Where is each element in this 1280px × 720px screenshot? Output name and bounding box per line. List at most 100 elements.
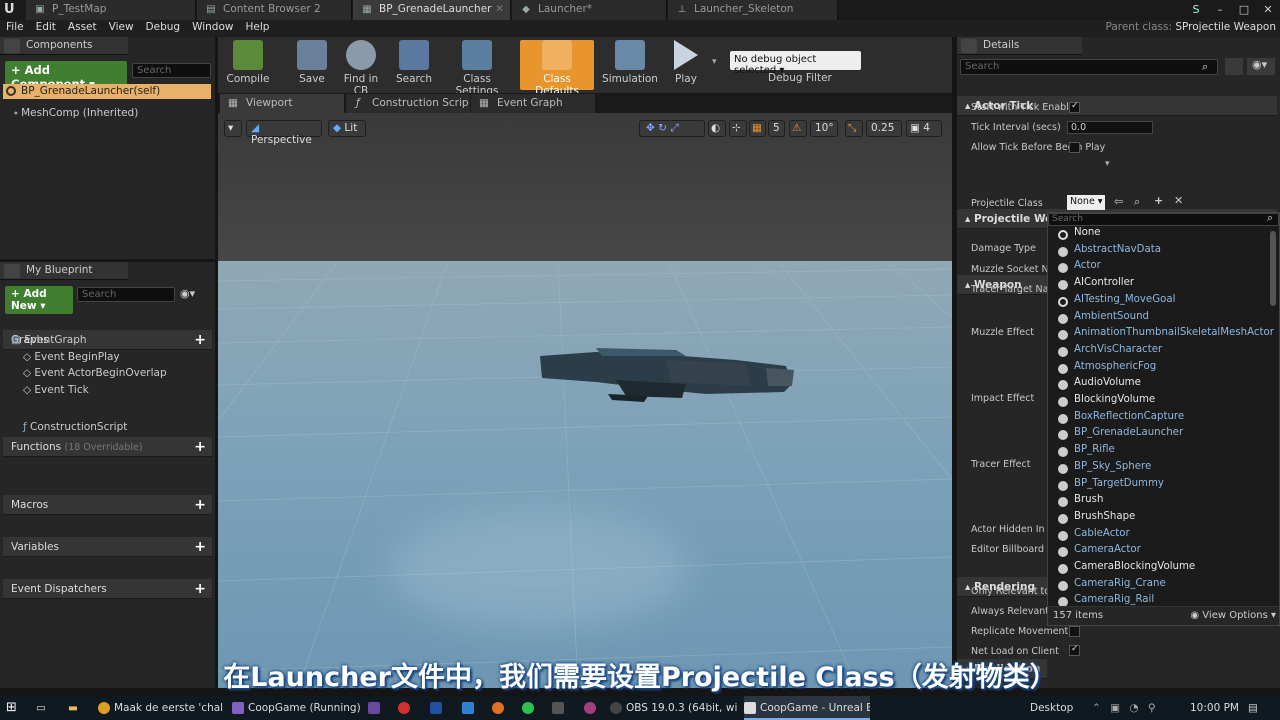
viewport-options-icon[interactable]: ▾ [224,120,242,137]
close-icon[interactable]: ✕ [495,3,504,15]
projectile-class-combo[interactable]: None ▾ [1067,195,1105,210]
eye-view-options-icon[interactable]: ◉▾ [180,287,195,300]
compile-button[interactable]: Compile [220,40,276,90]
class-list-item[interactable]: BoxReflectionCapture [1056,411,1184,428]
tab-construction-script[interactable]: ƒ Construction Scrip [346,94,470,113]
add-function-icon[interactable]: + [194,437,206,457]
components-search-input[interactable]: Search [132,63,211,78]
component-self-row[interactable]: BP_GrenadeLauncher(self) [3,84,211,99]
tab-p-testmap[interactable]: ▣ P_TestMap [26,0,196,20]
add-macro-icon[interactable]: + [194,495,206,515]
surface-snap-icon[interactable]: ⊹ [729,120,747,137]
world-local-icon[interactable]: ◐ [708,120,726,137]
class-list-item[interactable]: AtmosphericFog [1056,361,1156,378]
class-list-item[interactable]: CameraRig_Crane [1056,578,1166,595]
tab-launcher[interactable]: ◆ Launcher* [512,0,667,20]
menu-asset[interactable]: Asset [62,20,103,34]
class-picker-search-input[interactable]: Search [1048,213,1279,226]
menu-window[interactable]: Window [186,20,239,34]
details-tab[interactable]: Details [957,37,1082,55]
grenade-launcher-mesh[interactable] [536,338,796,418]
paint-icon[interactable] [462,696,478,720]
photoshop-icon[interactable] [430,696,446,720]
event-graph-item[interactable]: ▦ EventGraph [3,332,87,349]
allow-tick-checkbox[interactable] [1069,142,1080,153]
scrollbar-thumb[interactable] [1270,231,1276,306]
tab-bp-grenadelauncher[interactable]: ▦ BP_GrenadeLauncher ✕ [353,0,511,20]
app-icon[interactable] [552,696,568,720]
file-explorer-icon[interactable]: ▬ [68,696,86,720]
lit-button[interactable]: ◆ Lit [328,120,366,137]
class-defaults-button[interactable]: Class Defaults [520,40,594,97]
camera-speed[interactable]: ▣ 4 [906,120,942,137]
tab-launcher-skeleton[interactable]: ⊥ Launcher_Skeleton [668,0,838,20]
notifications-icon[interactable]: ▤ [1248,696,1268,720]
blender-icon[interactable] [492,696,508,720]
new-class-icon[interactable]: + [1154,194,1163,207]
class-list-item[interactable]: AnimationThumbnailSkeletalMeshActor [1056,327,1274,344]
start-tick-checkbox[interactable] [1069,101,1080,113]
add-dispatcher-icon[interactable]: + [194,579,206,599]
perspective-button[interactable]: ◢ Perspective [246,120,322,146]
unreal-logo-icon[interactable]: U [4,2,20,18]
maximize-icon[interactable]: □ [1232,0,1256,20]
event-actorbeginoverlap-item[interactable]: ◇ Event ActorBeginOverlap [15,365,167,382]
class-list-item[interactable]: AITesting_MoveGoal [1056,294,1175,311]
component-meshcomp[interactable]: ⬩ MeshComp (Inherited) [14,107,138,120]
menu-view[interactable]: View [103,20,140,34]
minimize-icon[interactable]: – [1208,0,1232,20]
class-list-item[interactable]: BlockingVolume [1056,394,1155,411]
class-list-item[interactable]: AbstractNavData [1056,244,1161,261]
add-graph-icon[interactable]: + [194,330,206,350]
menu-edit[interactable]: Edit [30,20,62,34]
vivaldi-icon[interactable] [398,696,414,720]
taskbar-item-obs[interactable]: OBS 19.0.3 (64bit, win... [610,696,738,720]
task-view-icon[interactable]: ▭ [36,696,54,720]
close-window-icon[interactable]: ✕ [1256,0,1280,20]
class-list-item[interactable]: CameraActor [1056,544,1141,561]
taskbar-item-visual-studio[interactable]: CoopGame (Running) ... [232,696,360,720]
menu-debug[interactable]: Debug [140,20,187,34]
functions-section[interactable]: Functions (18 Overridable) + [3,437,212,457]
parent-class-link[interactable]: SProjectile Weapon [1175,21,1276,33]
viewport[interactable]: ▾ ◢ Perspective ◆ Lit ✥ ↻ ⤢ ◐ ⊹ ▦ 5 ⚠ 10… [218,113,952,688]
vs-icon[interactable] [368,696,384,720]
class-list-item[interactable]: AudioVolume [1056,377,1141,394]
spotify-icon[interactable] [522,696,538,720]
find-in-cb-button[interactable]: Find in CB [336,40,386,97]
tab-viewport[interactable]: ▦ Viewport [220,94,344,113]
details-search-input[interactable]: Search [960,59,1218,75]
event-dispatchers-section[interactable]: Event Dispatchers + [3,579,212,599]
menu-help[interactable]: Help [239,20,275,34]
class-list-item[interactable]: BP_GrenadeLauncher [1056,427,1183,444]
view-options-button[interactable]: ◉ View Options ▾ [1190,610,1276,621]
windows-start-icon[interactable]: ⊞ [6,696,26,720]
variables-section[interactable]: Variables + [3,537,212,557]
class-list-item[interactable]: None [1056,227,1101,244]
rotation-snap-icon[interactable]: ⚠ [789,120,807,137]
grid-snap-value[interactable]: 5 [768,120,785,137]
desktop-toolbar[interactable]: Desktop [1030,696,1074,720]
macros-section[interactable]: Macros + [3,495,212,515]
save-button[interactable]: Save [292,40,332,90]
rotation-snap-value[interactable]: 10° [810,120,838,137]
view-options-icon[interactable]: ◉▾ [1247,58,1275,75]
simulation-button[interactable]: Simulation [602,40,658,90]
class-list-item[interactable]: BP_TargetDummy [1056,478,1164,495]
app-icon-2[interactable] [584,696,600,720]
debug-object-select[interactable]: No debug object selected ▾ [730,51,861,76]
class-list-item[interactable]: BP_Sky_Sphere [1056,461,1151,478]
clear-icon[interactable]: ✕ [1174,194,1183,207]
class-list-item[interactable]: BP_Rifle [1056,444,1115,461]
source-control-icon[interactable]: S [1184,0,1208,20]
scale-snap-value[interactable]: 0.25 [866,120,902,137]
class-list-item[interactable]: AIController [1056,277,1134,294]
my-blueprint-tab[interactable]: My Blueprint [0,262,128,280]
event-tick-item[interactable]: ◇ Event Tick [15,382,89,399]
add-variable-icon[interactable]: + [194,537,206,557]
tab-content-browser[interactable]: ▤ Content Browser 2 [197,0,352,20]
class-list-item[interactable]: CameraBlockingVolume [1056,561,1195,578]
class-list-item[interactable]: Brush [1056,494,1103,511]
scale-snap-icon[interactable]: ⤡ [845,120,863,137]
grid-snap-icon[interactable]: ▦ [749,120,766,137]
